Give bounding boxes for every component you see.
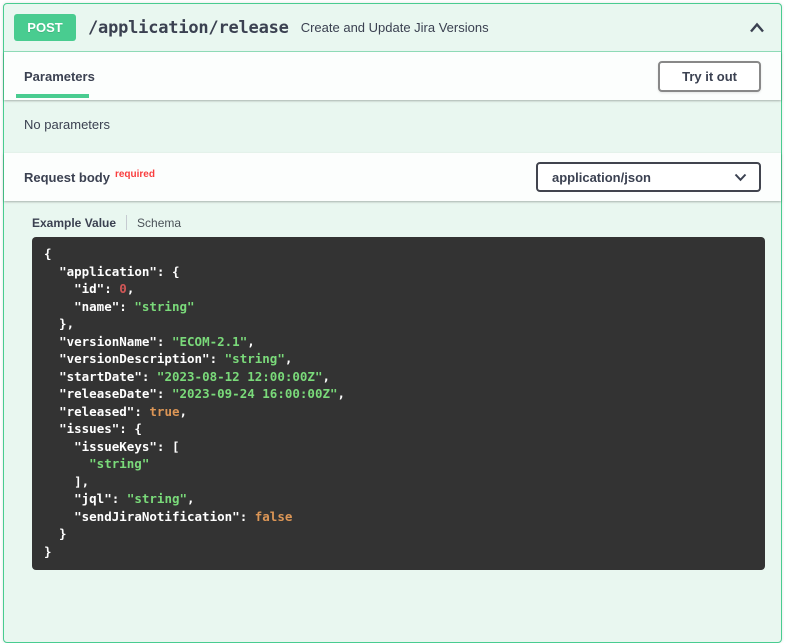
- required-label: required: [115, 169, 155, 180]
- request-body-example-section: Example Value Schema { "application": { …: [4, 201, 781, 570]
- try-it-out-button[interactable]: Try it out: [658, 61, 761, 92]
- request-body-header: Request body required application/json: [4, 153, 781, 201]
- chevron-up-icon: [747, 18, 767, 38]
- request-body-title: Request body: [24, 170, 110, 185]
- method-badge: POST: [14, 14, 76, 41]
- tab-example-value[interactable]: Example Value: [32, 216, 116, 230]
- content-type-select[interactable]: application/json: [536, 162, 761, 192]
- content-type-value: application/json: [552, 170, 651, 185]
- example-code[interactable]: { "application": { "id": 0, "name": "str…: [32, 237, 765, 570]
- tab-parameters[interactable]: Parameters: [24, 69, 95, 84]
- collapse-button[interactable]: [745, 16, 769, 40]
- no-parameters-message: No parameters: [4, 100, 781, 153]
- operation-description: Create and Update Jira Versions: [301, 20, 745, 35]
- active-tab-underline: [16, 94, 89, 98]
- request-body-title-wrap: Request body required: [24, 170, 155, 185]
- operation-path: /application/release: [88, 18, 289, 38]
- model-tabs: Example Value Schema: [32, 215, 763, 230]
- tab-schema[interactable]: Schema: [137, 216, 181, 230]
- tab-separator: [126, 215, 127, 230]
- operation-panel: POST /application/release Create and Upd…: [3, 3, 782, 643]
- operation-summary[interactable]: POST /application/release Create and Upd…: [4, 4, 781, 52]
- parameters-header: Parameters Try it out: [4, 52, 781, 100]
- chevron-down-icon: [734, 173, 747, 182]
